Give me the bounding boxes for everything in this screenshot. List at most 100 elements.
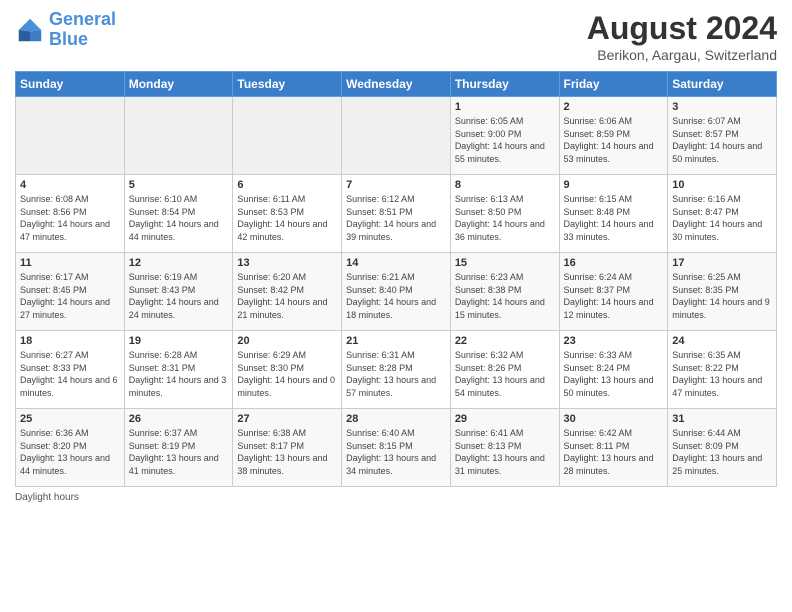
day-info: Sunrise: 6:19 AMSunset: 8:43 PMDaylight:… (129, 271, 229, 321)
day-info: Sunrise: 6:21 AMSunset: 8:40 PMDaylight:… (346, 271, 446, 321)
day-number: 3 (672, 101, 772, 113)
day-cell: 29 Sunrise: 6:41 AMSunset: 8:13 PMDayligh… (450, 409, 559, 487)
day-info: Sunrise: 6:20 AMSunset: 8:42 PMDaylight:… (237, 271, 337, 321)
day-cell: 31 Sunrise: 6:44 AMSunset: 8:09 PMDayligh… (668, 409, 777, 487)
day-info: Sunrise: 6:10 AMSunset: 8:54 PMDaylight:… (129, 193, 229, 243)
day-cell: 13 Sunrise: 6:20 AMSunset: 8:42 PMDayligh… (233, 253, 342, 331)
week-row-5: 25Sunrise: 6:36 AMSunset: 8:20 PMDayligh… (16, 409, 777, 487)
day-number: 1 (455, 101, 555, 113)
daylight-footer: Daylight hours (15, 492, 777, 503)
day-info: Sunrise: 6:25 AMSunset: 8:35 PMDaylight:… (672, 271, 772, 321)
day-info: Sunrise: 6:31 AMSunset: 8:28 PMDaylight:… (346, 349, 446, 399)
day-number: 8 (455, 179, 555, 191)
day-cell: 22 Sunrise: 6:32 AMSunset: 8:26 PMDayligh… (450, 331, 559, 409)
logo: General Blue (15, 10, 116, 50)
day-number: 15 (455, 257, 555, 269)
title-block: August 2024 Berikon, Aargau, Switzerland (587, 10, 777, 63)
header-row: SundayMondayTuesdayWednesdayThursdayFrid… (16, 72, 777, 97)
week-row-1: 1 Sunrise: 6:05 AMSunset: 9:00 PMDaylight… (16, 97, 777, 175)
day-cell: 18 Sunrise: 6:27 AMSunset: 8:33 PMDayligh… (16, 331, 125, 409)
day-number: 11 (20, 257, 120, 269)
day-number: 12 (129, 257, 229, 269)
page-header: General Blue August 2024 Berikon, Aargau… (15, 10, 777, 63)
day-cell: 17 Sunrise: 6:25 AMSunset: 8:35 PMDayligh… (668, 253, 777, 331)
day-info: Sunrise: 6:05 AMSunset: 9:00 PMDaylight:… (455, 115, 555, 165)
day-number: 20 (237, 335, 337, 347)
day-info: Sunrise: 6:17 AMSunset: 8:45 PMDaylight:… (20, 271, 120, 321)
day-number: 21 (346, 335, 446, 347)
day-info: Sunrise: 6:37 AMSunset: 8:19 PMDaylight:… (129, 427, 229, 477)
location: Berikon, Aargau, Switzerland (587, 47, 777, 63)
day-info: Sunrise: 6:12 AMSunset: 8:51 PMDaylight:… (346, 193, 446, 243)
day-cell: 15 Sunrise: 6:23 AMSunset: 8:38 PMDayligh… (450, 253, 559, 331)
day-info: Sunrise: 6:29 AMSunset: 8:30 PMDaylight:… (237, 349, 337, 399)
day-cell: 23Sunrise: 6:33 AMSunset: 8:24 PMDayligh… (559, 331, 668, 409)
day-info: Sunrise: 6:11 AMSunset: 8:53 PMDaylight:… (237, 193, 337, 243)
day-cell (233, 97, 342, 175)
day-number: 23 (564, 335, 664, 347)
calendar-table: SundayMondayTuesdayWednesdayThursdayFrid… (15, 71, 777, 487)
daylight-label: Daylight hours (15, 492, 79, 503)
day-cell: 1 Sunrise: 6:05 AMSunset: 9:00 PMDaylight… (450, 97, 559, 175)
day-cell (124, 97, 233, 175)
day-cell: 21 Sunrise: 6:31 AMSunset: 8:28 PMDayligh… (342, 331, 451, 409)
day-number: 22 (455, 335, 555, 347)
day-number: 10 (672, 179, 772, 191)
day-cell: 9Sunrise: 6:15 AMSunset: 8:48 PMDaylight… (559, 175, 668, 253)
day-cell: 2 Sunrise: 6:06 AMSunset: 8:59 PMDaylight… (559, 97, 668, 175)
day-number: 19 (129, 335, 229, 347)
day-number: 5 (129, 179, 229, 191)
day-info: Sunrise: 6:27 AMSunset: 8:33 PMDaylight:… (20, 349, 120, 399)
day-info: Sunrise: 6:07 AMSunset: 8:57 PMDaylight:… (672, 115, 772, 165)
day-number: 27 (237, 413, 337, 425)
day-cell: 8Sunrise: 6:13 AMSunset: 8:50 PMDaylight… (450, 175, 559, 253)
col-header-tuesday: Tuesday (233, 72, 342, 97)
day-cell: 16Sunrise: 6:24 AMSunset: 8:37 PMDayligh… (559, 253, 668, 331)
day-info: Sunrise: 6:42 AMSunset: 8:11 PMDaylight:… (564, 427, 664, 477)
day-info: Sunrise: 6:23 AMSunset: 8:38 PMDaylight:… (455, 271, 555, 321)
day-cell: 14 Sunrise: 6:21 AMSunset: 8:40 PMDayligh… (342, 253, 451, 331)
day-cell (342, 97, 451, 175)
day-number: 28 (346, 413, 446, 425)
day-info: Sunrise: 6:44 AMSunset: 8:09 PMDaylight:… (672, 427, 772, 477)
col-header-wednesday: Wednesday (342, 72, 451, 97)
day-cell: 5 Sunrise: 6:10 AMSunset: 8:54 PMDaylight… (124, 175, 233, 253)
day-cell: 28 Sunrise: 6:40 AMSunset: 8:15 PMDayligh… (342, 409, 451, 487)
day-info: Sunrise: 6:16 AMSunset: 8:47 PMDaylight:… (672, 193, 772, 243)
week-row-4: 18 Sunrise: 6:27 AMSunset: 8:33 PMDayligh… (16, 331, 777, 409)
day-info: Sunrise: 6:41 AMSunset: 8:13 PMDaylight:… (455, 427, 555, 477)
day-number: 17 (672, 257, 772, 269)
day-info: Sunrise: 6:32 AMSunset: 8:26 PMDaylight:… (455, 349, 555, 399)
day-number: 4 (20, 179, 120, 191)
day-info: Sunrise: 6:28 AMSunset: 8:31 PMDaylight:… (129, 349, 229, 399)
day-number: 31 (672, 413, 772, 425)
col-header-thursday: Thursday (450, 72, 559, 97)
day-cell: 30Sunrise: 6:42 AMSunset: 8:11 PMDayligh… (559, 409, 668, 487)
day-info: Sunrise: 6:35 AMSunset: 8:22 PMDaylight:… (672, 349, 772, 399)
day-cell: 7 Sunrise: 6:12 AMSunset: 8:51 PMDaylight… (342, 175, 451, 253)
logo-text: General Blue (49, 10, 116, 50)
week-row-3: 11 Sunrise: 6:17 AMSunset: 8:45 PMDayligh… (16, 253, 777, 331)
day-number: 14 (346, 257, 446, 269)
day-info: Sunrise: 6:06 AMSunset: 8:59 PMDaylight:… (564, 115, 664, 165)
day-number: 9 (564, 179, 664, 191)
day-number: 18 (20, 335, 120, 347)
day-info: Sunrise: 6:08 AMSunset: 8:56 PMDaylight:… (20, 193, 120, 243)
week-row-2: 4 Sunrise: 6:08 AMSunset: 8:56 PMDaylight… (16, 175, 777, 253)
day-number: 25 (20, 413, 120, 425)
day-cell: 3 Sunrise: 6:07 AMSunset: 8:57 PMDaylight… (668, 97, 777, 175)
logo-blue: Blue (49, 29, 88, 49)
col-header-saturday: Saturday (668, 72, 777, 97)
day-cell: 20 Sunrise: 6:29 AMSunset: 8:30 PMDayligh… (233, 331, 342, 409)
logo-icon (15, 15, 45, 45)
day-info: Sunrise: 6:40 AMSunset: 8:15 PMDaylight:… (346, 427, 446, 477)
day-cell: 11 Sunrise: 6:17 AMSunset: 8:45 PMDayligh… (16, 253, 125, 331)
day-number: 6 (237, 179, 337, 191)
day-number: 7 (346, 179, 446, 191)
day-info: Sunrise: 6:38 AMSunset: 8:17 PMDaylight:… (237, 427, 337, 477)
day-number: 2 (564, 101, 664, 113)
day-number: 29 (455, 413, 555, 425)
day-number: 13 (237, 257, 337, 269)
day-cell: 12 Sunrise: 6:19 AMSunset: 8:43 PMDayligh… (124, 253, 233, 331)
day-cell: 25Sunrise: 6:36 AMSunset: 8:20 PMDayligh… (16, 409, 125, 487)
